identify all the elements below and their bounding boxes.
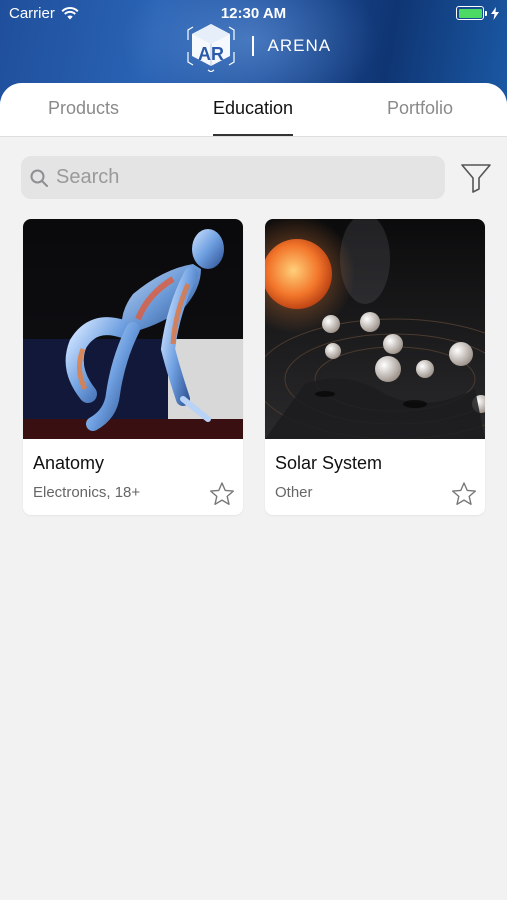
category-tabs: Products Education Portfolio [0, 83, 507, 137]
battery-indicator [456, 6, 499, 20]
search-bar[interactable]: Search [21, 156, 445, 199]
app-name: ARENA [267, 36, 332, 55]
card-anatomy[interactable]: Anatomy Electronics, 18+ [23, 219, 243, 515]
card-subtitle: Electronics, 18+ [33, 484, 141, 501]
brand: AR ARENA [186, 20, 331, 72]
anatomy-runner-illustration [23, 219, 243, 439]
charging-bolt-icon [491, 6, 499, 20]
solar-system-planets-illustration [265, 219, 485, 439]
search-icon [30, 169, 48, 187]
battery-icon [456, 6, 484, 20]
favorite-star-icon[interactable] [209, 481, 235, 507]
favorite-star-icon[interactable] [451, 481, 477, 507]
card-solar-system[interactable]: Solar System Other [265, 219, 485, 515]
card-title: Solar System [275, 453, 383, 473]
tab-portfolio[interactable]: Portfolio [387, 98, 453, 119]
svg-text:AR: AR [198, 44, 224, 64]
tab-products[interactable]: Products [48, 98, 119, 119]
card-subtitle: Other [275, 484, 313, 501]
card-title: Anatomy [33, 453, 105, 473]
brand-separator [252, 36, 254, 56]
ar-cube-logo: AR [187, 24, 235, 72]
filter-funnel-icon[interactable] [460, 161, 492, 193]
search-input[interactable]: Search [56, 166, 119, 189]
content-sheet: Products Education Portfolio Search Anat… [0, 83, 507, 900]
active-tab-indicator [213, 134, 293, 136]
tab-education[interactable]: Education [213, 98, 293, 119]
